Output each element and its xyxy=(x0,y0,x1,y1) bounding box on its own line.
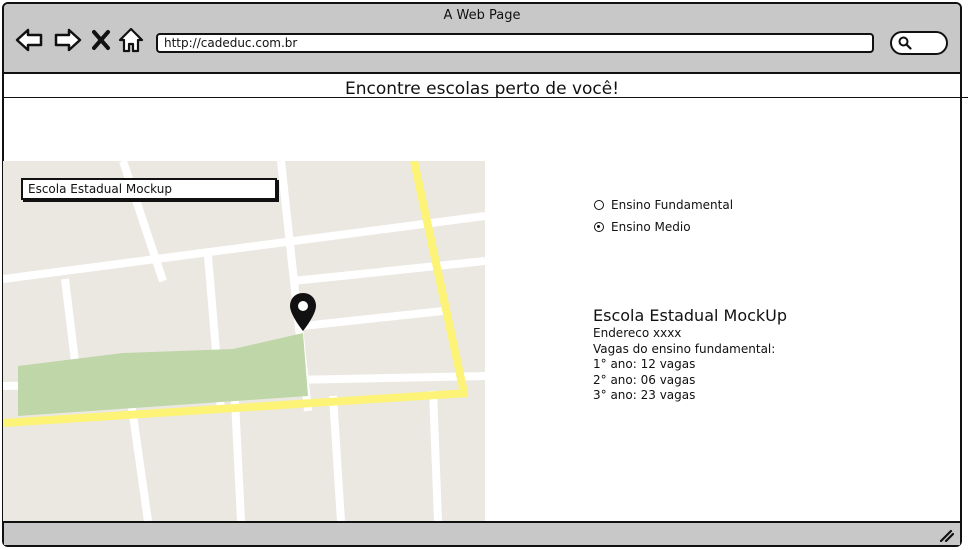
map-pin-icon[interactable] xyxy=(288,291,318,333)
radio-label: Ensino Fundamental xyxy=(611,198,734,212)
status-bar xyxy=(4,521,960,545)
school-search-input[interactable]: Escola Estadual Mockup xyxy=(21,178,277,200)
radio-ensino-fundamental[interactable]: Ensino Fundamental xyxy=(594,194,733,216)
radio-ensino-medio[interactable]: Ensino Medio xyxy=(594,216,733,238)
radio-label: Ensino Medio xyxy=(611,220,691,234)
url-field[interactable]: http://cadeduc.com.br xyxy=(156,33,874,53)
forward-arrow-icon[interactable] xyxy=(53,26,83,54)
close-x-icon[interactable] xyxy=(90,26,112,54)
page-title: Encontre escolas perto de você! xyxy=(344,79,620,99)
map-tiles xyxy=(3,161,485,521)
education-level-filter: Ensino Fundamental Ensino Medio xyxy=(594,194,733,238)
browser-toolbar: A Web Page http://cadeduc.com.br xyxy=(4,4,960,74)
divider xyxy=(2,97,968,98)
vacancies-title: Vagas do ensino fundamental: xyxy=(593,341,776,356)
radio-checked-icon xyxy=(594,222,604,232)
home-icon[interactable] xyxy=(117,26,145,54)
search-icon xyxy=(898,36,912,50)
school-address: Endereco xxxx xyxy=(593,326,682,340)
search-field[interactable] xyxy=(890,31,948,55)
grade-vacancies: 3° ano: 23 vagas xyxy=(593,388,696,402)
school-info: Escola Estadual MockUp Endereco xxxx Vag… xyxy=(593,306,787,404)
resize-grip-icon[interactable] xyxy=(938,528,954,542)
grade-vacancies: 2° ano: 06 vagas xyxy=(593,372,696,387)
window-title: A Web Page xyxy=(443,8,521,23)
radio-unchecked-icon xyxy=(594,200,604,210)
map[interactable]: Escola Estadual Mockup xyxy=(3,161,485,521)
grade-vacancies: 1° ano: 12 vagas xyxy=(593,357,696,371)
school-name: Escola Estadual MockUp xyxy=(593,306,788,325)
back-arrow-icon[interactable] xyxy=(14,26,44,54)
